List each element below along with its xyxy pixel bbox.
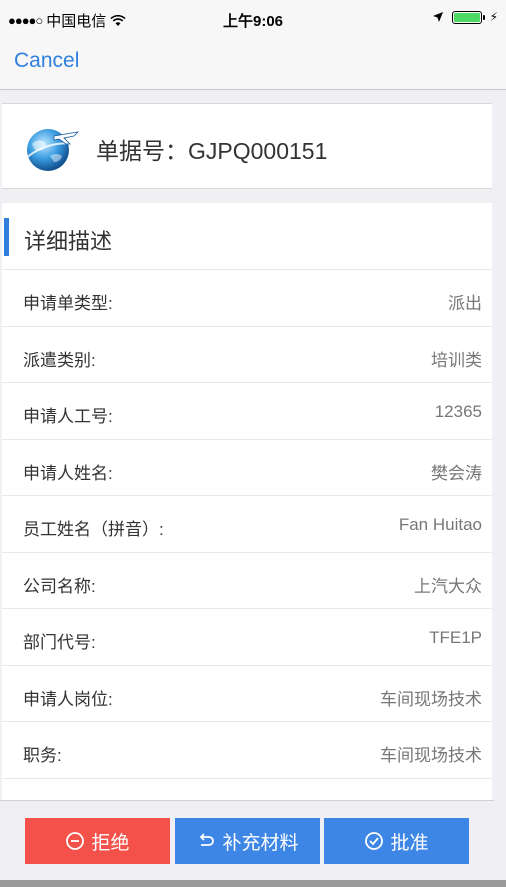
detail-row: 申请人岗位: 车间现场技术 (2, 666, 492, 722)
detail-row-value: 培训类 (431, 350, 482, 370)
approve-button[interactable]: 批准 (324, 818, 469, 864)
detail-row-label: 申请单类型: (23, 294, 113, 313)
cancel-button[interactable]: Cancel (14, 49, 79, 73)
detail-row: 部门代号: TFE1P (2, 609, 492, 666)
detail-row-label: 职务: (23, 746, 62, 765)
detail-section: 详细描述 申请单类型: 派出 派遣类别: 培训类 申请人工号: 12365 申请… (2, 203, 492, 800)
navigation-bar: Cancel (0, 40, 506, 90)
supplement-button[interactable]: 补充材料 (175, 818, 320, 864)
document-number-value: GJPQ000151 (188, 138, 328, 164)
section-accent-bar (4, 218, 9, 256)
detail-row-value: 车间现场技术 (380, 746, 482, 765)
detail-row-value: 派出 (448, 294, 482, 313)
detail-row-value: TFE1P (429, 628, 482, 647)
charging-icon: ⚡ (489, 10, 498, 24)
detail-row-label: 公司名称: (23, 576, 96, 596)
detail-row-label: 申请人姓名: (23, 463, 113, 483)
location-arrow-icon (432, 12, 443, 22)
detail-row-label: 申请人岗位: (23, 689, 113, 709)
detail-row: 派遣类别: 培训类 (2, 327, 492, 383)
detail-row: 申请人工号: 12365 (2, 383, 492, 440)
detail-row-label: 部门代号: (23, 633, 96, 652)
detail-row: 员工姓名（拼音）: Fan Huitao (2, 496, 492, 553)
detail-row-value: 12365 (434, 402, 482, 421)
status-right: ⚡ (432, 10, 498, 24)
status-time: 上午9:06 (222, 13, 284, 30)
detail-row: 职务: 车间现场技术 (2, 722, 492, 779)
detail-row: 公司名称: 上汽大众 (2, 553, 492, 609)
detail-row-label: 派遣类别: (23, 350, 96, 370)
document-header-card: 单据号：GJPQ000151 (2, 103, 492, 189)
window-bottom-edge (0, 880, 506, 887)
section-header: 详细描述 (2, 203, 492, 270)
detail-row-value: 上汽大众 (414, 576, 482, 596)
section-title: 详细描述 (24, 229, 113, 254)
reject-button[interactable]: 拒绝 (25, 818, 170, 864)
detail-row: 申请人姓名: 樊会涛 (2, 440, 492, 496)
detail-row-value: Fan Huitao (398, 515, 482, 534)
document-number: 单据号：GJPQ000151 (96, 132, 327, 166)
minus-circle-icon (66, 832, 85, 850)
action-bar: 拒绝 补充材料 批准 (0, 800, 494, 880)
document-number-label: 单据号： (96, 138, 188, 164)
undo-icon (200, 833, 215, 846)
detail-row: 申请单类型: 派出 (2, 270, 492, 327)
globe-airplane-icon (25, 129, 80, 171)
page-edge (494, 90, 506, 880)
supplement-button-label: 补充材料 (222, 832, 299, 854)
detail-row-label: 申请人工号: (23, 407, 113, 426)
detail-row-value: 樊会涛 (431, 463, 482, 483)
status-bar: ●●●●○ 中国电信 上午9:06 ⚡ (0, 0, 506, 40)
check-circle-icon (365, 832, 384, 850)
detail-row-label: 员工姓名（拼音）: (23, 520, 164, 539)
reject-button-label: 拒绝 (91, 832, 130, 854)
battery-icon (451, 10, 485, 24)
detail-row-value: 车间现场技术 (380, 689, 482, 709)
approve-button-label: 批准 (390, 832, 429, 854)
